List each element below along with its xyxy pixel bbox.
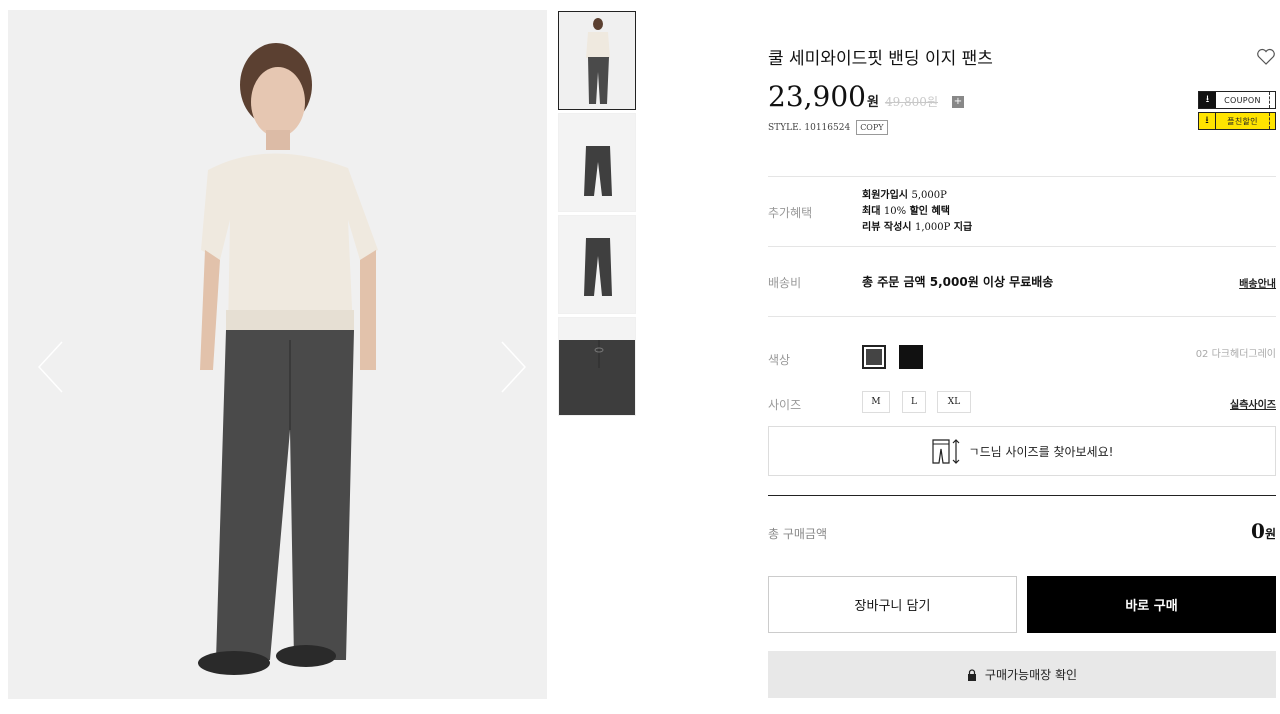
- lock-icon: [967, 668, 976, 681]
- coupon-download-button[interactable]: ⭳ COUPON: [1198, 91, 1276, 109]
- shipping-text: 총 주문 금액 5,000원 이상 무료배송: [862, 275, 1054, 289]
- benefit-text: 지급: [950, 222, 973, 233]
- check-store-label: 구매가능매장 확인: [984, 668, 1078, 682]
- chevron-left-icon: [37, 341, 63, 393]
- swatch-fill: [866, 349, 882, 365]
- thumbnail-pants-back[interactable]: [558, 215, 636, 314]
- style-number: STYLE. 10116524: [768, 122, 851, 133]
- benefits-label: 추가혜택: [768, 206, 813, 220]
- benefit-value: 10%: [883, 206, 907, 217]
- pants-size-icon: [931, 439, 959, 464]
- product-info-panel: 쿨 세미와이드핏 밴딩 이지 팬츠 23,900 원 49,800원 + STY…: [768, 0, 1276, 714]
- divider: [768, 316, 1276, 317]
- heart-icon: [1257, 48, 1275, 65]
- divider: [768, 246, 1276, 247]
- total-amount: 0원: [1251, 519, 1276, 543]
- coupon-edge: [1269, 92, 1275, 108]
- benefit-line: 최대 10% 할인 혜택: [862, 204, 972, 220]
- thumbnail-list: [558, 11, 636, 419]
- thumbnail-pants-front[interactable]: [558, 113, 636, 212]
- size-option-xl[interactable]: XL: [937, 391, 971, 413]
- benefit-text: 리뷰 작성시: [862, 222, 915, 233]
- benefit-value: 1,000P: [914, 222, 951, 233]
- size-finder-text: ㄱ드님 사이즈를 찾아보세요!: [968, 444, 1114, 459]
- divider: [768, 495, 1276, 496]
- shipping-info-link[interactable]: 배송안내: [1239, 275, 1276, 290]
- chevron-right-icon: [501, 341, 527, 393]
- main-product-image: [8, 10, 547, 699]
- color-label: 색상: [768, 353, 791, 367]
- benefit-text: 최대: [862, 206, 884, 217]
- original-price: 49,800원: [884, 95, 938, 109]
- prev-image-button[interactable]: [36, 340, 66, 394]
- friend-discount-label: 플친할인: [1227, 116, 1258, 126]
- coupon-label: COUPON: [1224, 95, 1261, 105]
- total-value: 0: [1251, 519, 1265, 543]
- copy-button[interactable]: COPY: [856, 120, 888, 135]
- size-chart-link[interactable]: 실측사이즈: [1230, 396, 1276, 411]
- benefit-text: 할인 혜택: [906, 206, 950, 217]
- price-row: 23,900 원 49,800원 +: [768, 80, 964, 113]
- wishlist-button[interactable]: [1256, 48, 1276, 66]
- style-number-row: STYLE. 10116524 COPY: [768, 120, 888, 135]
- add-to-cart-button[interactable]: 장바구니 담기: [768, 576, 1017, 633]
- benefits-list: 회원가입시 5,000P 최대 10% 할인 혜택 리뷰 작성시 1,000P …: [862, 188, 972, 236]
- benefit-line: 리뷰 작성시 1,000P 지급: [862, 220, 972, 236]
- shipping-label: 배송비: [768, 276, 802, 290]
- color-swatch-darkgrey[interactable]: [862, 345, 886, 369]
- benefit-text: 회원가입시: [862, 190, 912, 201]
- model-illustration: [8, 10, 547, 699]
- total-unit: 원: [1264, 527, 1276, 541]
- benefit-value: 5,000P: [911, 190, 947, 201]
- coupon-edge: [1269, 113, 1275, 129]
- friend-discount-button[interactable]: ⭳ 플친할인: [1198, 112, 1276, 130]
- next-image-button[interactable]: [498, 340, 528, 394]
- check-store-button[interactable]: 구매가능매장 확인: [768, 651, 1276, 698]
- buy-now-button[interactable]: 바로 구매: [1027, 576, 1276, 633]
- download-icon: ⭳: [1199, 113, 1216, 129]
- sale-price: 23,900: [768, 80, 866, 113]
- size-label: 사이즈: [768, 398, 802, 412]
- benefit-line: 회원가입시 5,000P: [862, 188, 972, 204]
- selected-color-name: 02 다크헤더그레이: [1195, 349, 1276, 360]
- price-detail-button[interactable]: +: [951, 95, 964, 108]
- color-swatch-black[interactable]: [899, 345, 923, 369]
- price-unit: 원: [866, 95, 879, 110]
- divider: [768, 176, 1276, 177]
- size-option-m[interactable]: M: [862, 391, 890, 413]
- size-finder-button[interactable]: ㄱ드님 사이즈를 찾아보세요!: [768, 426, 1276, 476]
- thumbnail-waistband[interactable]: [558, 317, 636, 416]
- thumbnail-model[interactable]: [558, 11, 636, 110]
- product-title: 쿨 세미와이드핏 밴딩 이지 팬츠: [768, 49, 993, 69]
- download-icon: ⭳: [1199, 92, 1216, 108]
- total-label: 총 구매금액: [768, 527, 828, 541]
- size-option-l[interactable]: L: [902, 391, 926, 413]
